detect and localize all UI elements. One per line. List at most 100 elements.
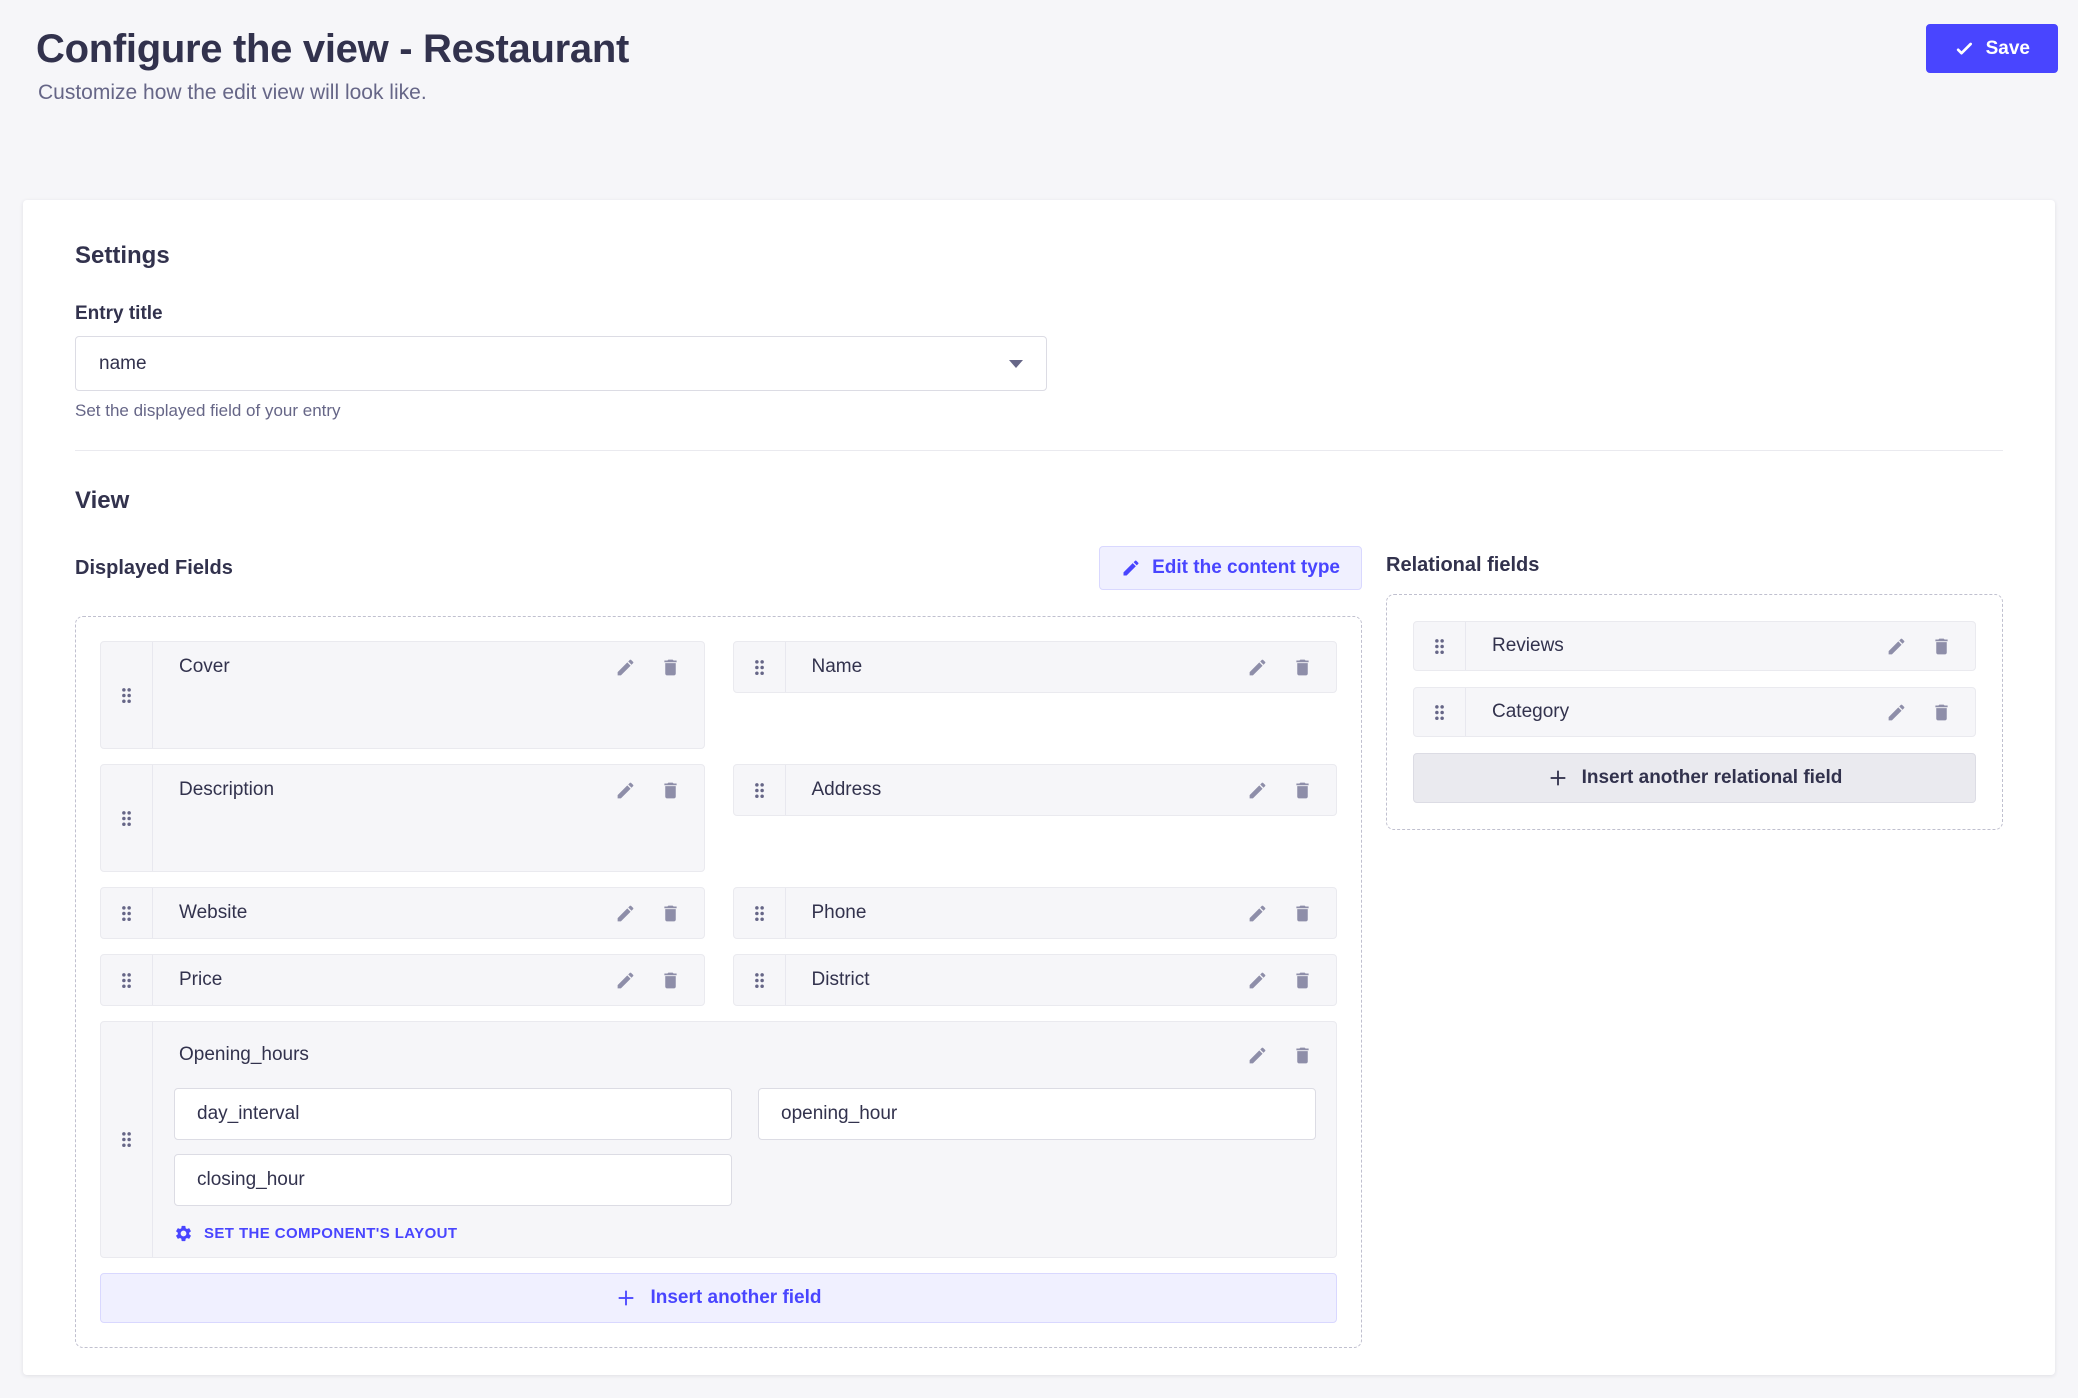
edit-content-type-label: Edit the content type [1152, 557, 1340, 579]
subfield-closing-hour[interactable]: closing_hour [174, 1154, 732, 1206]
trash-icon [1931, 702, 1952, 723]
insert-relational-field-label: Insert another relational field [1582, 767, 1843, 789]
page-title: Configure the view - Restaurant [36, 25, 2078, 73]
displayed-fields-container: Cover N [75, 616, 1362, 1348]
delete-field-button[interactable] [1283, 965, 1322, 996]
pencil-icon [615, 970, 636, 991]
page-header: Configure the view - Restaurant Customiz… [0, 0, 2078, 105]
edit-content-type-button[interactable]: Edit the content type [1099, 546, 1362, 590]
drag-handle[interactable] [1414, 622, 1466, 670]
field-label: Name [812, 656, 1233, 678]
pencil-icon [1247, 780, 1268, 801]
edit-field-button[interactable] [606, 965, 645, 996]
drag-handle-icon [749, 780, 770, 801]
edit-field-button[interactable] [1238, 965, 1277, 996]
entry-title-select[interactable]: name [75, 336, 1047, 391]
edit-field-button[interactable] [1877, 631, 1916, 662]
pencil-icon [615, 903, 636, 924]
edit-field-button[interactable] [1238, 1040, 1277, 1071]
trash-icon [1292, 780, 1313, 801]
edit-field-button[interactable] [1238, 775, 1277, 806]
field-label: Category [1492, 701, 1871, 723]
drag-handle[interactable] [101, 765, 153, 871]
drag-handle-icon [749, 657, 770, 678]
plus-icon [1547, 767, 1569, 789]
set-component-layout-button[interactable]: SET THE COMPONENT'S LAYOUT [174, 1224, 1336, 1243]
drag-handle[interactable] [734, 888, 786, 938]
drag-handle-icon [1429, 636, 1450, 657]
relational-fields-container: Reviews Category [1386, 594, 2003, 830]
edit-field-button[interactable] [1238, 898, 1277, 929]
pencil-icon [615, 657, 636, 678]
relational-fields-column: Relational fields Reviews [1386, 546, 2003, 830]
save-button[interactable]: Save [1926, 24, 2058, 73]
pencil-icon [1247, 1045, 1268, 1066]
pencil-icon [1886, 702, 1907, 723]
entry-title-value: name [99, 353, 147, 375]
check-icon [1954, 39, 1974, 59]
configure-view-page: Configure the view - Restaurant Customiz… [0, 0, 2078, 1398]
drag-handle[interactable] [101, 1022, 153, 1257]
drag-handle[interactable] [101, 955, 153, 1005]
pencil-icon [1247, 657, 1268, 678]
field-card-name[interactable]: Name [733, 641, 1338, 693]
subfield-day-interval[interactable]: day_interval [174, 1088, 732, 1140]
relational-fields-heading: Relational fields [1386, 554, 2003, 577]
component-label: Opening_hours [179, 1044, 1232, 1066]
drag-handle[interactable] [734, 642, 786, 692]
field-card-price[interactable]: Price [100, 954, 705, 1006]
component-card-opening-hours[interactable]: Opening_hours day_interval opening_hour … [100, 1021, 1337, 1258]
trash-icon [1931, 636, 1952, 657]
page-subtitle: Customize how the edit view will look li… [38, 81, 2078, 105]
field-label: Address [812, 779, 1233, 801]
main-card: Settings Entry title name Set the displa… [23, 200, 2055, 1375]
trash-icon [660, 970, 681, 991]
delete-field-button[interactable] [651, 652, 690, 683]
drag-handle[interactable] [101, 642, 153, 748]
trash-icon [660, 903, 681, 924]
delete-field-button[interactable] [651, 965, 690, 996]
insert-field-button[interactable]: Insert another field [100, 1273, 1337, 1323]
drag-handle[interactable] [101, 888, 153, 938]
relational-card-reviews[interactable]: Reviews [1413, 621, 1976, 671]
drag-handle[interactable] [734, 765, 786, 815]
field-card-website[interactable]: Website [100, 887, 705, 939]
delete-field-button[interactable] [651, 775, 690, 806]
delete-field-button[interactable] [651, 898, 690, 929]
delete-field-button[interactable] [1922, 631, 1961, 662]
insert-field-label: Insert another field [650, 1287, 821, 1309]
drag-handle-icon [116, 685, 137, 706]
drag-handle[interactable] [1414, 688, 1466, 736]
delete-field-button[interactable] [1922, 697, 1961, 728]
field-card-cover[interactable]: Cover [100, 641, 705, 749]
drag-handle-icon [116, 1129, 137, 1150]
edit-field-button[interactable] [606, 898, 645, 929]
edit-field-button[interactable] [1238, 652, 1277, 683]
subfield-opening-hour[interactable]: opening_hour [758, 1088, 1316, 1140]
field-card-district[interactable]: District [733, 954, 1338, 1006]
delete-field-button[interactable] [1283, 1040, 1322, 1071]
trash-icon [1292, 970, 1313, 991]
trash-icon [660, 657, 681, 678]
field-card-address[interactable]: Address [733, 764, 1338, 816]
field-card-phone[interactable]: Phone [733, 887, 1338, 939]
trash-icon [660, 780, 681, 801]
view-heading: View [75, 487, 2003, 515]
insert-relational-field-button[interactable]: Insert another relational field [1413, 753, 1976, 803]
delete-field-button[interactable] [1283, 652, 1322, 683]
edit-field-button[interactable] [606, 775, 645, 806]
field-card-description[interactable]: Description [100, 764, 705, 872]
trash-icon [1292, 1045, 1313, 1066]
edit-field-button[interactable] [606, 652, 645, 683]
field-label: District [812, 969, 1233, 991]
displayed-fields-header: Displayed Fields Edit the content type [75, 546, 1362, 590]
save-button-label: Save [1986, 38, 2030, 60]
edit-field-button[interactable] [1877, 697, 1916, 728]
delete-field-button[interactable] [1283, 898, 1322, 929]
field-label: Reviews [1492, 635, 1871, 657]
gear-icon [174, 1224, 193, 1243]
relational-card-category[interactable]: Category [1413, 687, 1976, 737]
drag-handle[interactable] [734, 955, 786, 1005]
field-row: Price D [100, 954, 1337, 1006]
delete-field-button[interactable] [1283, 775, 1322, 806]
